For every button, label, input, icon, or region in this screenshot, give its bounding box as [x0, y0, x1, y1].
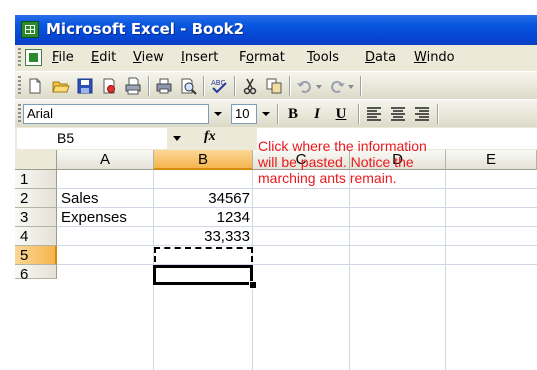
toolbar-separator [203, 76, 205, 96]
select-all-corner[interactable] [15, 150, 57, 170]
row-header-6[interactable]: 6 [15, 265, 57, 283]
name-box-dropdown-icon[interactable] [169, 128, 185, 148]
toolbar-grip[interactable] [18, 104, 21, 122]
bold-button[interactable]: B [283, 104, 303, 124]
menu-window[interactable]: Windo [414, 50, 455, 65]
align-right-icon[interactable] [413, 105, 431, 123]
toolbar-separator [148, 76, 150, 96]
menu-edit[interactable]: Edit [91, 50, 116, 65]
new-icon[interactable] [26, 77, 44, 95]
underline-button[interactable]: U [331, 104, 351, 124]
undo-dropdown-icon[interactable] [314, 77, 324, 95]
workbook-icon[interactable] [25, 49, 42, 66]
toolbar-separator [234, 76, 236, 96]
title-bar[interactable]: Microsoft Excel - Book2 [15, 15, 537, 45]
cell-a3[interactable]: Expenses [61, 208, 127, 227]
gridline [349, 170, 350, 370]
name-box[interactable]: B5 [17, 128, 167, 149]
toolbar-grip[interactable] [18, 76, 21, 94]
undo-icon[interactable] [296, 77, 314, 95]
column-header-a[interactable]: A [57, 150, 154, 170]
font-size-dropdown-icon[interactable] [259, 104, 273, 124]
cell-a2[interactable]: Sales [61, 189, 99, 208]
toolbar-separator [289, 76, 291, 96]
cut-icon[interactable] [241, 77, 259, 95]
font-size-combo[interactable]: 10 [231, 104, 257, 124]
row-header-5[interactable]: 5 [15, 246, 57, 265]
toolbar-separator [277, 104, 279, 124]
gridline [57, 264, 537, 265]
gridline [57, 207, 537, 208]
toolbar-separator [360, 76, 362, 96]
fill-handle[interactable] [249, 281, 257, 289]
menu-tools[interactable]: Tools [307, 50, 339, 65]
menu-data[interactable]: Data [365, 50, 396, 65]
permission-icon[interactable] [100, 77, 118, 95]
align-center-icon[interactable] [389, 105, 407, 123]
gridline [57, 188, 537, 189]
font-name-combo[interactable]: Arial [23, 104, 209, 124]
insert-function-icon[interactable]: fx [204, 129, 216, 145]
formatting-toolbar: Arial 10 B I U [15, 99, 537, 127]
open-icon[interactable] [52, 77, 70, 95]
cell-b4[interactable]: 33,333 [154, 227, 250, 246]
instruction-note: Click where the information will be past… [258, 138, 427, 186]
gridline [57, 226, 537, 227]
menu-file[interactable]: File [52, 50, 74, 65]
print-icon[interactable] [155, 77, 173, 95]
gridline [445, 170, 446, 370]
menu-insert[interactable]: Insert [181, 50, 218, 65]
row-header-4[interactable]: 4 [15, 227, 57, 246]
standard-toolbar: ABC [15, 71, 537, 99]
italic-button[interactable]: I [307, 104, 327, 124]
cell-b3[interactable]: 1234 [154, 208, 250, 227]
active-cell-b5[interactable] [153, 265, 253, 285]
row-header-3[interactable]: 3 [15, 208, 57, 227]
menu-view[interactable]: View [133, 50, 164, 65]
excel-window: Microsoft Excel - Book2 File Edit View I… [15, 15, 537, 370]
menu-bar: File Edit View Insert Format Tools Data … [15, 45, 537, 71]
row-header-2[interactable]: 2 [15, 189, 57, 208]
redo-dropdown-icon[interactable] [346, 77, 356, 95]
print-area-icon[interactable] [124, 77, 142, 95]
toolbar-separator [358, 104, 360, 124]
spelling-icon[interactable]: ABC [210, 77, 228, 95]
redo-icon[interactable] [328, 77, 346, 95]
row-header-1[interactable]: 1 [15, 170, 57, 189]
align-left-icon[interactable] [365, 105, 383, 123]
font-dropdown-icon[interactable] [211, 104, 225, 124]
window-title: Microsoft Excel - Book2 [46, 20, 245, 38]
gridline [57, 245, 537, 246]
copy-icon[interactable] [265, 77, 283, 95]
print-preview-icon[interactable] [179, 77, 197, 95]
excel-icon[interactable] [21, 21, 39, 38]
column-header-b[interactable]: B [154, 150, 253, 170]
menu-format[interactable]: Format [239, 50, 285, 65]
toolbar-separator [437, 104, 439, 124]
cell-b2[interactable]: 34567 [154, 189, 250, 208]
save-icon[interactable] [76, 77, 94, 95]
menu-grip[interactable] [18, 48, 21, 68]
